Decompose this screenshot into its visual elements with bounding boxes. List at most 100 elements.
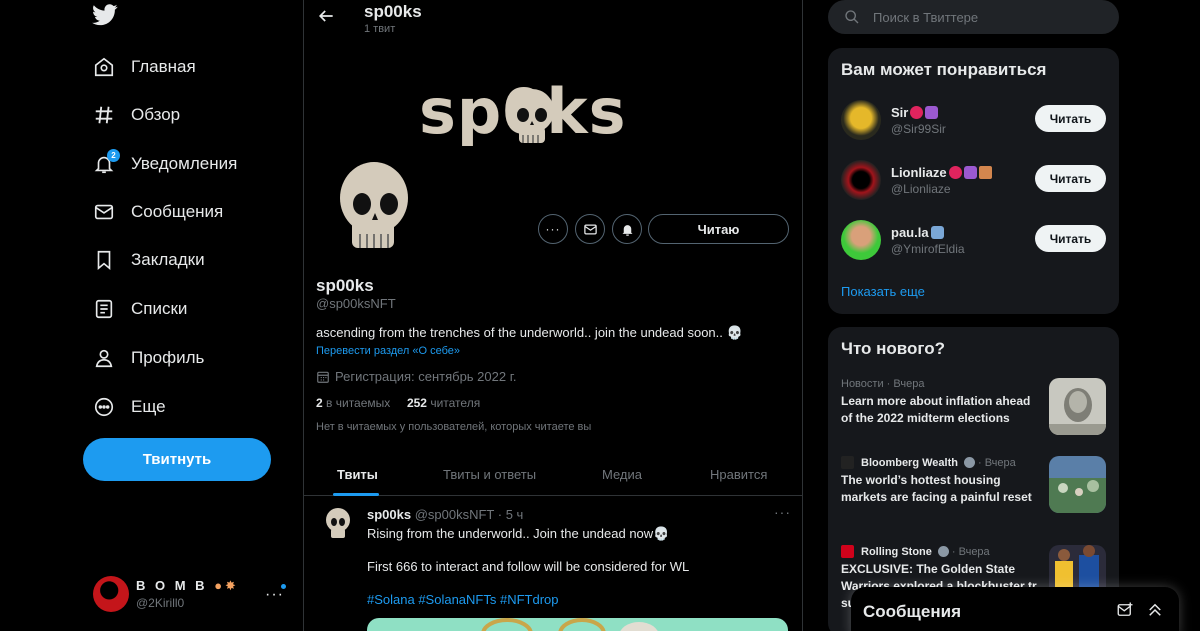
messages-drawer-title: Сообщения [863, 602, 961, 621]
nav-item-lists[interactable]: Списки [93, 291, 187, 327]
profile-name: sp00ks [316, 276, 374, 295]
suggestion-item[interactable]: Sir @Sir99Sir Читать [841, 98, 1106, 142]
suggestion-name: Lionliaze [891, 165, 992, 180]
search-placeholder: Поиск в Твиттере [873, 9, 979, 25]
verified-icon [937, 546, 949, 557]
translate-bio-link[interactable]: Перевести раздел «О себе» [316, 345, 460, 357]
more-options-button[interactable]: ··· [538, 214, 568, 244]
unread-dot [281, 584, 286, 589]
nav-item-notifications[interactable]: 2 Уведомления [93, 146, 237, 182]
tweet-hashtags[interactable]: #Solana #SolanaNFTs #NFTdrop [367, 592, 559, 607]
twitter-logo-icon[interactable] [92, 4, 118, 30]
tab-tweets[interactable]: Твиты [337, 452, 378, 496]
notify-button[interactable] [612, 214, 642, 244]
followed-by-note: Нет в читаемых у пользователей, которых … [316, 421, 592, 433]
figure-icon [930, 225, 944, 239]
tweet-button[interactable]: Твитнуть [83, 438, 271, 481]
tweet-avatar[interactable] [320, 505, 356, 541]
skull-emoji-icon: 💀 [722, 325, 743, 340]
back-arrow-icon[interactable] [316, 6, 338, 28]
sticker-icon [925, 105, 939, 119]
mail-icon [93, 201, 115, 223]
who-to-follow-panel: Вам может понравиться Sir @Sir99Sir Чита… [828, 48, 1119, 314]
suggestion-name: Sir [891, 105, 946, 120]
nav-item-explore[interactable]: Обзор [93, 97, 180, 133]
nav-item-label: Закладки [131, 250, 205, 269]
bomb-emoji-icon: ●✸ [214, 578, 239, 593]
nav-item-more[interactable]: Еще [93, 389, 166, 425]
calendar-icon [317, 371, 329, 383]
tweet-more-icon[interactable]: ··· [774, 504, 791, 520]
suggestion-name: pau.la [891, 225, 965, 240]
profile-handle: @sp00ksNFT [316, 296, 396, 311]
source-logo-icon [841, 545, 854, 558]
trend-image [1049, 378, 1106, 435]
suggestion-handle: @Lionliaze [891, 181, 951, 196]
profile-bio: ascending from the trenches of the under… [316, 325, 743, 340]
tab-likes[interactable]: Нравится [710, 452, 767, 496]
profile-column: sp00ks 1 твит sp0ks ··· Читаю sp00ks @sp… [303, 0, 803, 631]
following-button[interactable]: Читаю [648, 214, 789, 244]
panel-title: Что нового? [841, 339, 946, 358]
message-button[interactable] [575, 214, 605, 244]
nav-item-label: Уведомления [131, 154, 238, 173]
red-circle-icon [948, 165, 962, 179]
trend-title: Learn more about inflation ahead of the … [841, 394, 1031, 425]
nav-item-messages[interactable]: Сообщения [93, 194, 223, 230]
suggestion-handle: @YmirofEldia [891, 241, 965, 256]
follow-button[interactable]: Читать [1035, 225, 1106, 252]
new-message-icon[interactable] [1116, 601, 1134, 619]
suggestion-item[interactable]: Lionliaze @Lionliaze Читать [841, 158, 1106, 202]
account-switcher[interactable]: B O M B ●✸ @2Kirill0 ··· [93, 574, 293, 614]
key-icon [978, 165, 992, 179]
follow-button[interactable]: Читать [1035, 105, 1106, 132]
person-icon [93, 347, 115, 369]
panel-title: Вам может понравиться [841, 60, 1047, 79]
red-circle-icon [910, 105, 924, 119]
nav-item-label: Сообщения [131, 202, 224, 221]
nav-item-label: Еще [131, 397, 166, 416]
profile-tabs: Твиты Твиты и ответы Медиа Нравится [304, 452, 802, 496]
profile-avatar[interactable] [316, 150, 428, 262]
follow-button[interactable]: Читать [1035, 165, 1106, 192]
source-logo-icon [841, 456, 854, 469]
notification-badge: 2 [107, 149, 120, 162]
trend-item[interactable]: Новости · Вчера Learn more about inflati… [841, 378, 1106, 438]
list-icon [93, 298, 115, 320]
messages-drawer[interactable]: Сообщения [851, 587, 1179, 631]
nav-item-label: Обзор [131, 105, 181, 124]
nav-item-bookmarks[interactable]: Закладки [93, 242, 205, 278]
avatar [841, 220, 881, 260]
nav-item-label: Профиль [131, 348, 205, 367]
tweet-text-line: Rising from the underworld.. Join the un… [367, 526, 670, 541]
suggestion-item[interactable]: pau.la @YmirofEldia Читать [841, 218, 1106, 262]
more-circle-icon [93, 396, 115, 418]
trend-title: The world’s hottest housing markets are … [841, 473, 1032, 504]
avatar [841, 160, 881, 200]
suggestion-handle: @Sir99Sir [891, 121, 946, 136]
show-more-link[interactable]: Показать еще [841, 284, 925, 299]
join-date: Регистрация: сентябрь 2022 г. [316, 369, 516, 384]
nav-item-profile[interactable]: Профиль [93, 340, 204, 376]
header-tweet-count: 1 твит [364, 23, 396, 35]
avatar [841, 100, 881, 140]
nav-item-label: Списки [131, 299, 188, 318]
search-input[interactable]: Поиск в Твиттере [828, 0, 1119, 34]
more-icon[interactable]: ··· [265, 586, 284, 604]
bookmark-icon [93, 249, 115, 271]
tweet-media[interactable] [367, 618, 788, 631]
tab-replies[interactable]: Твиты и ответы [443, 452, 536, 496]
sticker-icon [963, 165, 977, 179]
tab-media[interactable]: Медиа [602, 452, 642, 496]
search-icon [845, 10, 859, 24]
tweet-header: sp00ks @sp00ksNFT · 5 ч [367, 507, 524, 522]
bell-check-icon [622, 224, 632, 236]
followers-link[interactable]: 252 читателя [407, 396, 480, 410]
chevron-up-icon[interactable] [1146, 601, 1164, 619]
account-name: B O M B ●✸ [136, 578, 239, 593]
tweet-text-line: First 666 to interact and follow will be… [367, 559, 690, 574]
nav-item-home[interactable]: Главная [93, 49, 196, 85]
header-title: sp00ks [364, 2, 422, 21]
following-link[interactable]: 2 в читаемых [316, 396, 390, 410]
trend-item[interactable]: Bloomberg Wealth · Вчера The world’s hott… [841, 456, 1106, 516]
